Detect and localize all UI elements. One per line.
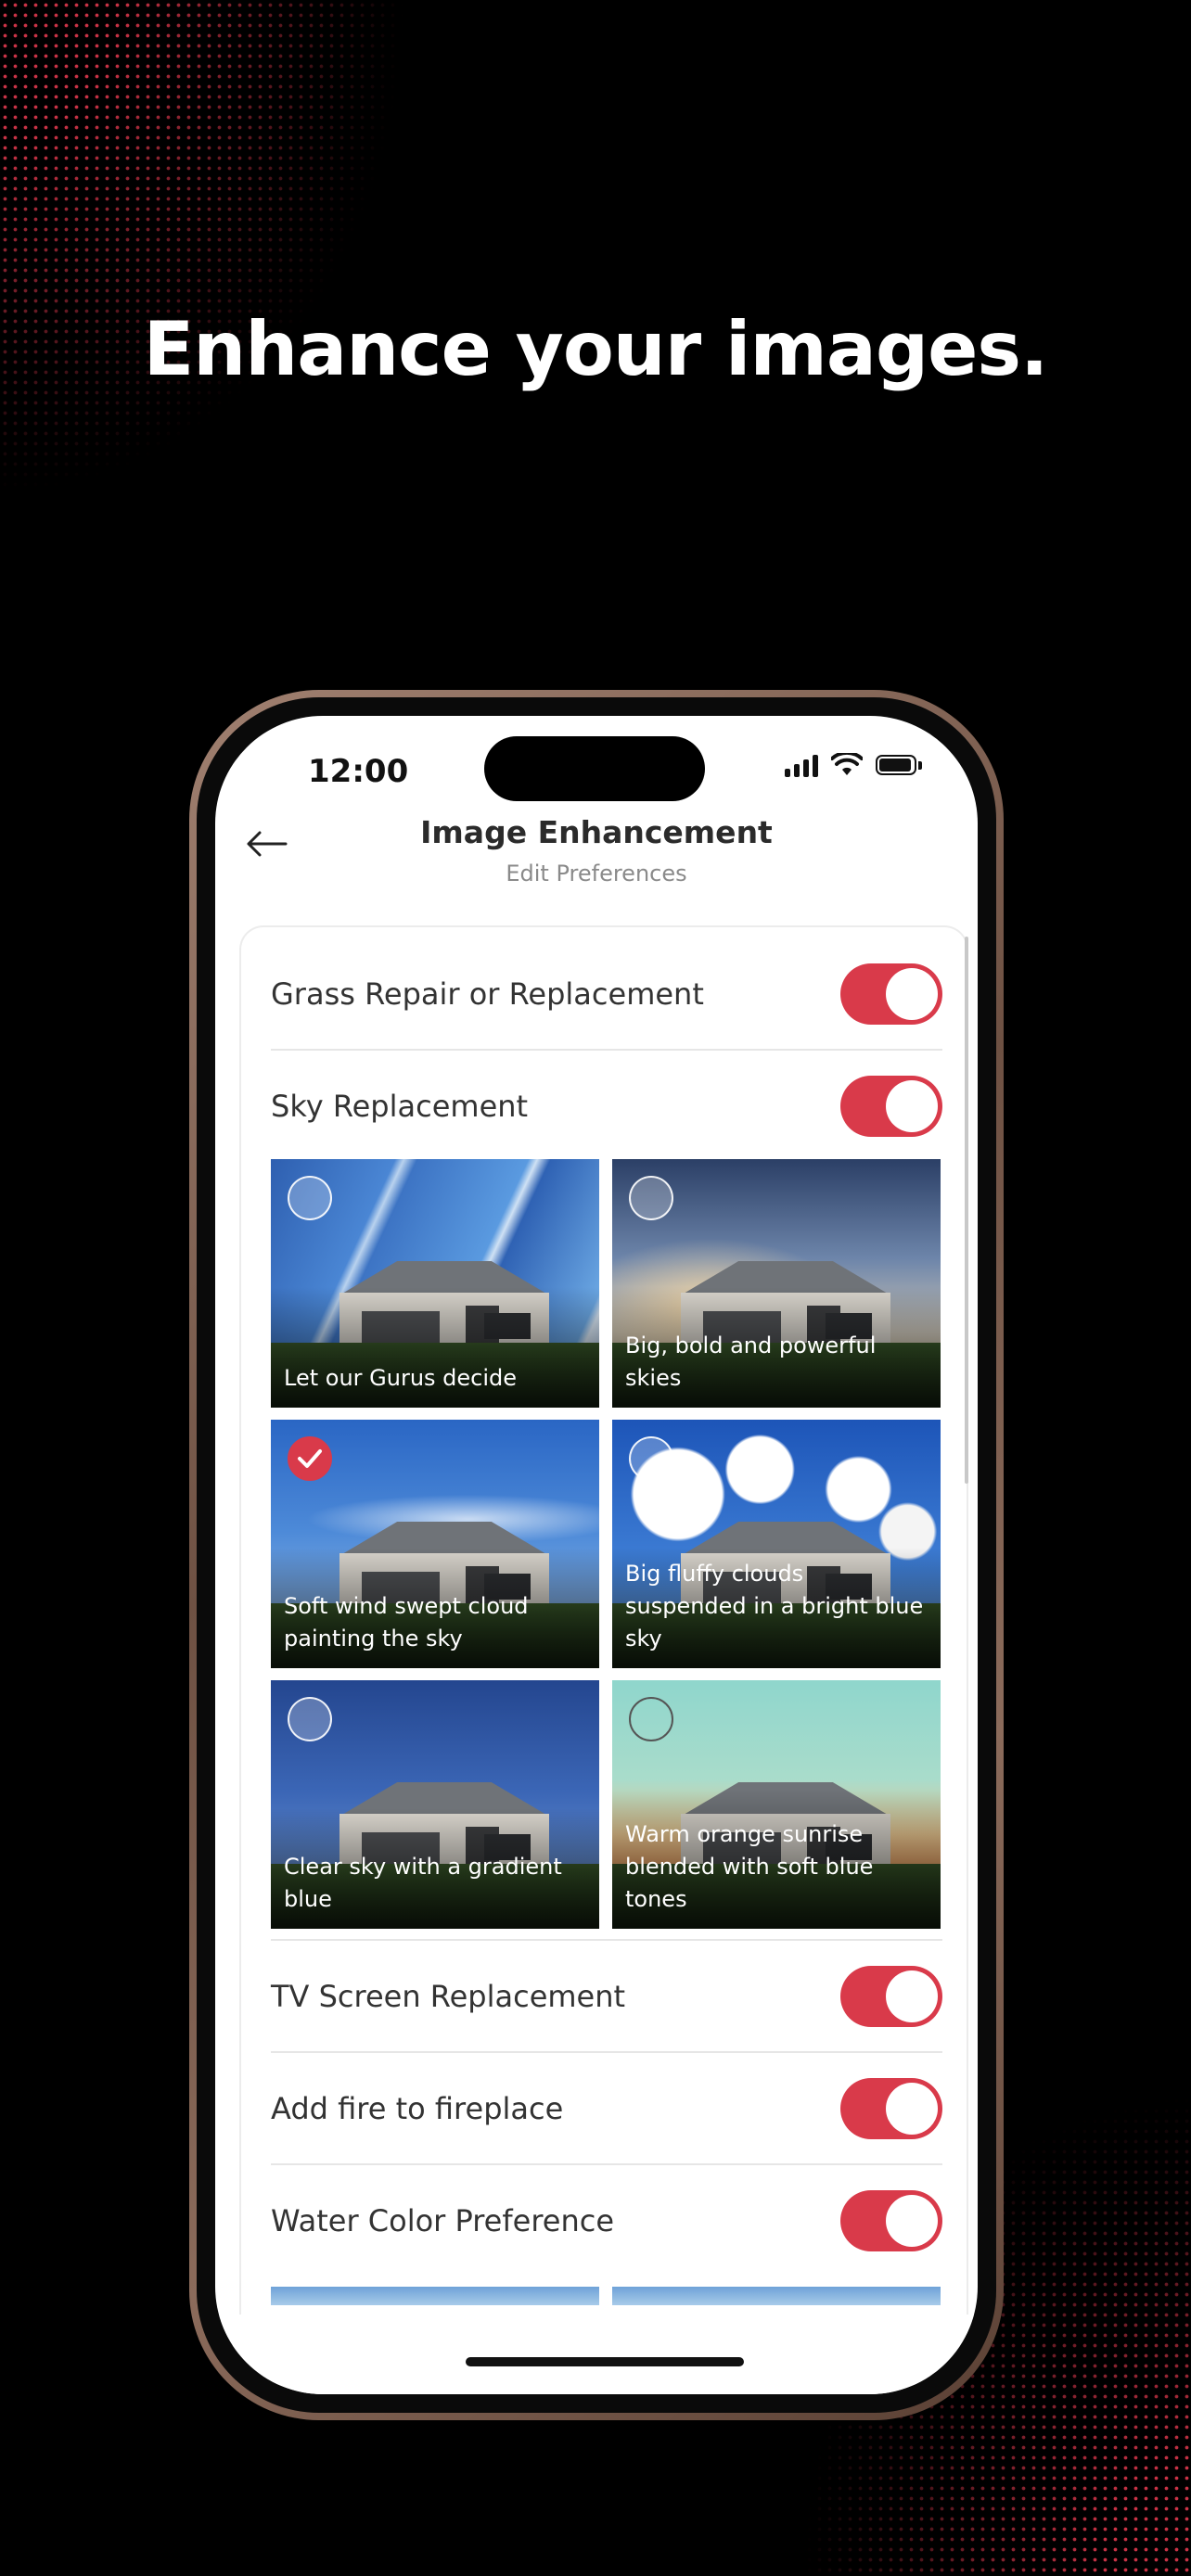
battery-icon [876, 755, 916, 775]
sky-option-sunrise[interactable]: Warm orange sunrise blended with soft bl… [612, 1680, 941, 1929]
sky-option-caption: Big fluffy clouds suspended in a bright … [625, 1561, 924, 1651]
sky-option-caption: Clear sky with a gradient blue [284, 1854, 562, 1912]
sky-option-clear[interactable]: Clear sky with a gradient blue [271, 1680, 599, 1929]
fireplace-toggle[interactable] [840, 2078, 942, 2139]
pref-row-tv: TV Screen Replacement [271, 1942, 942, 2051]
radio-unselected [288, 1176, 332, 1220]
sky-option-caption: Let our Gurus decide [284, 1365, 518, 1391]
pref-row-sky: Sky Replacement [271, 1052, 942, 1161]
phone-frame: 12:00 Image Enhancement Edit Preferences… [189, 690, 1004, 2420]
water-toggle[interactable] [840, 2190, 942, 2251]
pref-label: Grass Repair or Replacement [271, 976, 704, 1012]
pref-label: Water Color Preference [271, 2203, 615, 2238]
wifi-icon [831, 753, 863, 775]
phone-screen: 12:00 Image Enhancement Edit Preferences… [215, 716, 978, 2394]
cellular-signal-icon [785, 753, 818, 777]
sky-options-grid: Let our Gurus decide Big, bold and power… [271, 1159, 942, 1929]
preferences-card: Grass Repair or Replacement Sky Replacem… [239, 925, 968, 2316]
dynamic-island [484, 736, 705, 801]
marketing-headline: Enhance your images. [143, 306, 1049, 392]
sky-option-soft-wind[interactable]: Soft wind swept cloud painting the sky [271, 1420, 599, 1668]
sky-option-bold[interactable]: Big, bold and powerful skies [612, 1159, 941, 1408]
status-time: 12:00 [308, 753, 409, 790]
pref-label: Add fire to fireplace [271, 2091, 564, 2126]
water-option-preview[interactable] [612, 2287, 941, 2305]
scrollbar[interactable] [965, 937, 968, 1484]
radio-unselected [629, 1697, 673, 1741]
page-title: Image Enhancement [420, 814, 773, 850]
page-subtitle: Edit Preferences [506, 861, 687, 886]
sky-toggle[interactable] [840, 1076, 942, 1137]
sky-option-caption: Warm orange sunrise blended with soft bl… [625, 1821, 874, 1912]
pref-label: Sky Replacement [271, 1089, 529, 1124]
status-icons [785, 753, 922, 777]
radio-unselected [629, 1436, 673, 1481]
grass-toggle[interactable] [840, 963, 942, 1025]
tv-toggle[interactable] [840, 1966, 942, 2027]
radio-selected-check-icon [288, 1436, 332, 1481]
pref-row-water: Water Color Preference [271, 2166, 942, 2276]
water-option-preview[interactable] [271, 2287, 599, 2305]
pref-row-grass: Grass Repair or Replacement [271, 939, 942, 1049]
sky-option-caption: Soft wind swept cloud painting the sky [284, 1593, 529, 1651]
pref-label: TV Screen Replacement [271, 1979, 626, 2014]
sky-option-gurus[interactable]: Let our Gurus decide [271, 1159, 599, 1408]
radio-unselected [288, 1697, 332, 1741]
radio-unselected [629, 1176, 673, 1220]
sky-option-fluffy[interactable]: Big fluffy clouds suspended in a bright … [612, 1420, 941, 1668]
pref-row-fireplace: Add fire to fireplace [271, 2054, 942, 2163]
sky-option-caption: Big, bold and powerful skies [625, 1333, 877, 1391]
home-indicator[interactable] [466, 2357, 744, 2366]
